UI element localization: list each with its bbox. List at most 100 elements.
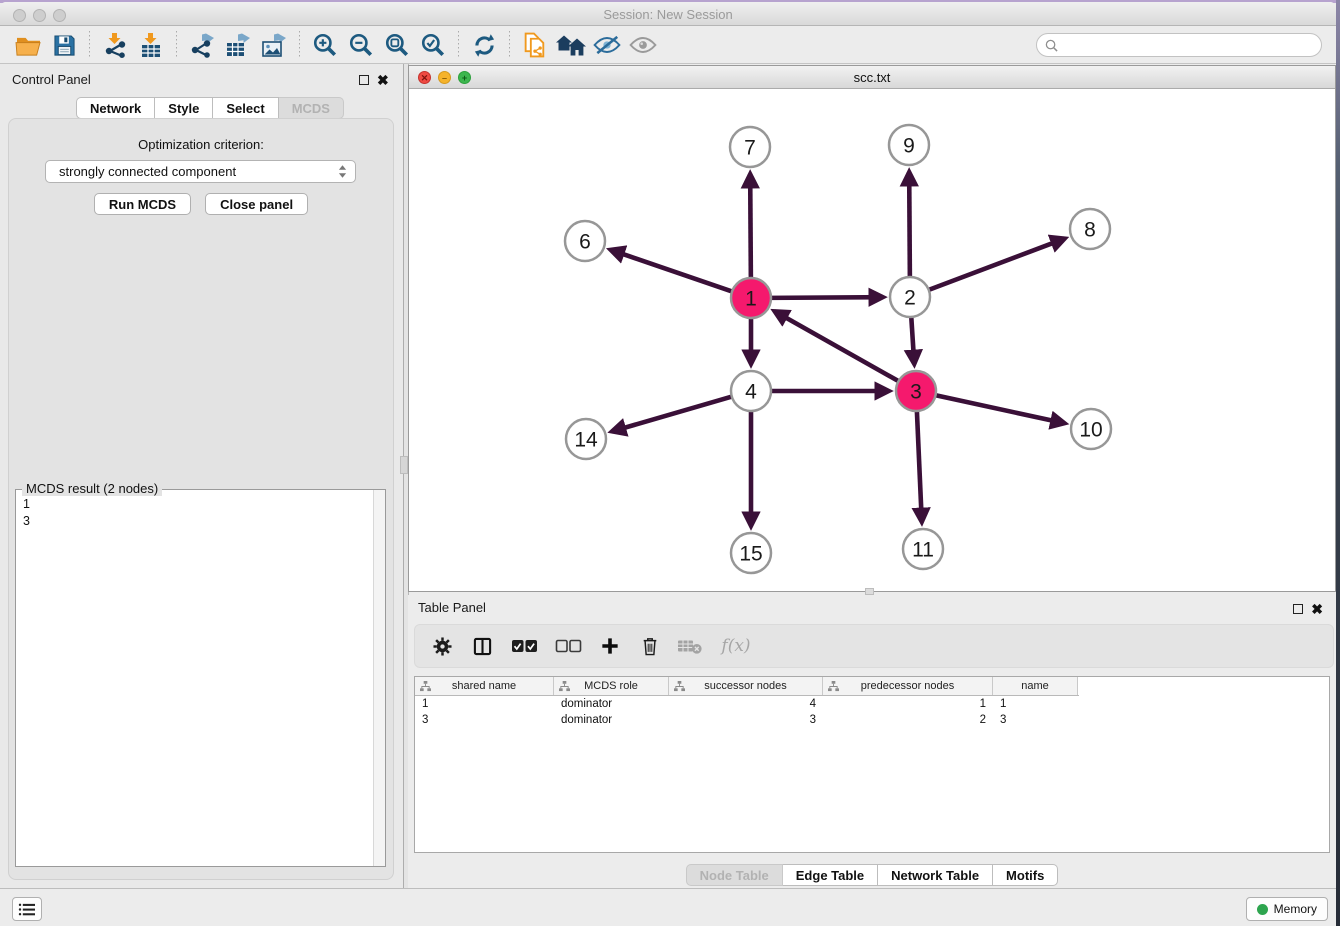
control-panel-tabs: Network Style Select MCDS <box>76 97 344 119</box>
import-table-icon <box>138 32 164 58</box>
column-header-mcds-role[interactable]: MCDS role <box>554 677 669 695</box>
tab-network-table[interactable]: Network Table <box>878 864 993 886</box>
tab-network[interactable]: Network <box>76 97 155 119</box>
network-resize-handle[interactable] <box>865 588 874 595</box>
select-all-button[interactable] <box>509 633 539 659</box>
memory-button[interactable]: Memory <box>1246 897 1328 921</box>
mcds-result-box: MCDS result (2 nodes) 1 3 <box>15 489 386 867</box>
table-options-button[interactable] <box>429 633 455 659</box>
graph-edge-3-11[interactable] <box>917 410 922 522</box>
table-row[interactable]: 1 dominator 4 1 1 <box>415 696 1329 712</box>
cell-shared-name: 1 <box>415 698 554 710</box>
save-session-button[interactable] <box>46 30 82 60</box>
import-table-button[interactable] <box>133 30 169 60</box>
open-session-button[interactable] <box>10 30 46 60</box>
trash-icon <box>641 636 659 656</box>
export-table-icon <box>224 32 252 58</box>
column-tree-icon <box>828 681 839 692</box>
export-table-button[interactable] <box>220 30 256 60</box>
memory-status-dot <box>1257 904 1268 915</box>
graph-edge-3-1[interactable] <box>775 311 900 381</box>
gear-icon <box>433 637 452 656</box>
graph-edge-1-7[interactable] <box>750 174 751 279</box>
cell-name: 1 <box>993 698 1078 710</box>
export-network-button[interactable] <box>184 30 220 60</box>
tab-edge-table[interactable]: Edge Table <box>783 864 878 886</box>
add-row-button[interactable] <box>597 633 623 659</box>
main-toolbar <box>0 27 1336 64</box>
import-network-button[interactable] <box>97 30 133 60</box>
zoom-selected-button[interactable] <box>415 30 451 60</box>
graph-edge-1-6[interactable] <box>611 250 733 292</box>
delete-column-button[interactable] <box>677 633 703 659</box>
criterion-dropdown[interactable]: strongly connected component <box>45 160 356 183</box>
network-window-titlebar: ✕ – + scc.txt <box>409 66 1335 89</box>
graph-edge-4-14[interactable] <box>612 396 733 431</box>
close-panel-icon[interactable]: ✖ <box>377 73 389 87</box>
delete-row-button[interactable] <box>637 633 663 659</box>
task-history-button[interactable] <box>12 897 42 921</box>
table-row[interactable]: 3 dominator 3 2 3 <box>415 712 1329 728</box>
control-panel-title: Control Panel <box>12 72 91 87</box>
graph-node-label: 8 <box>1084 219 1096 242</box>
mcds-result-title: MCDS result (2 nodes) <box>22 481 162 496</box>
cell-shared-name: 3 <box>415 714 554 726</box>
column-tree-icon <box>674 681 685 692</box>
hide-neighbors-button[interactable] <box>589 30 625 60</box>
graph-edge-2-9[interactable] <box>909 172 910 278</box>
column-header-predecessor-nodes[interactable]: predecessor nodes <box>823 677 993 695</box>
network-file-button[interactable] <box>517 30 553 60</box>
tab-node-table[interactable]: Node Table <box>686 864 783 886</box>
export-network-icon <box>189 32 216 58</box>
table-header-row: shared name MCDS role successor nodes pr… <box>415 677 1079 696</box>
tab-style[interactable]: Style <box>155 97 213 119</box>
graph-node-label: 11 <box>912 539 934 562</box>
tab-mcds[interactable]: MCDS <box>279 97 344 119</box>
zoom-in-button[interactable] <box>307 30 343 60</box>
float-table-panel-icon[interactable] <box>1293 604 1303 614</box>
graph-edge-2-3[interactable] <box>911 316 914 364</box>
select-all-icon <box>511 639 538 653</box>
splitter-handle[interactable] <box>400 456 408 474</box>
search-field[interactable] <box>1036 33 1322 57</box>
network-canvas[interactable]: 1234678910111415 <box>409 89 1335 591</box>
close-table-panel-icon[interactable]: ✖ <box>1311 602 1323 616</box>
close-panel-button[interactable]: Close panel <box>205 193 308 215</box>
graph-node-label: 14 <box>574 429 598 452</box>
cell-mcds-role: dominator <box>554 698 669 710</box>
zoom-fit-button[interactable] <box>379 30 415 60</box>
home-button[interactable] <box>553 30 589 60</box>
show-column-button[interactable] <box>469 633 495 659</box>
show-neighbors-button[interactable] <box>625 30 661 60</box>
graph-edge-1-2[interactable] <box>770 297 883 298</box>
search-input[interactable] <box>1063 38 1313 52</box>
zoom-in-icon <box>312 32 338 58</box>
run-mcds-button[interactable]: Run MCDS <box>94 193 191 215</box>
column-header-name[interactable]: name <box>993 677 1078 695</box>
toolbar-separator <box>509 31 510 59</box>
criterion-value: strongly connected component <box>59 164 338 179</box>
graph-node-label: 9 <box>903 135 915 158</box>
function-builder-button[interactable]: f(x) <box>717 633 755 659</box>
toolbar-separator <box>176 31 177 59</box>
column-header-successor-nodes[interactable]: successor nodes <box>669 677 823 695</box>
tab-motifs[interactable]: Motifs <box>993 864 1058 886</box>
export-image-button[interactable] <box>256 30 292 60</box>
result-scrollbar[interactable] <box>373 490 385 866</box>
graph-edge-2-8[interactable] <box>928 239 1065 291</box>
dropdown-stepper-icon <box>338 164 347 179</box>
float-panel-icon[interactable] <box>359 75 369 85</box>
graph-edge-3-10[interactable] <box>935 395 1065 423</box>
graph-node-label: 3 <box>910 381 922 404</box>
graph-node-label: 15 <box>739 543 762 566</box>
node-table: shared name MCDS role successor nodes pr… <box>414 676 1330 853</box>
column-header-shared-name[interactable]: shared name <box>415 677 554 695</box>
window-titlebar: Session: New Session <box>0 2 1336 26</box>
desktop-wallpaper-right <box>1336 0 1340 926</box>
fx-icon: f(x) <box>721 636 750 656</box>
zoom-out-button[interactable] <box>343 30 379 60</box>
tab-select[interactable]: Select <box>213 97 278 119</box>
table-panel: Table Panel ✖ <box>408 595 1336 888</box>
unselect-all-button[interactable] <box>553 633 583 659</box>
refresh-view-button[interactable] <box>466 30 502 60</box>
